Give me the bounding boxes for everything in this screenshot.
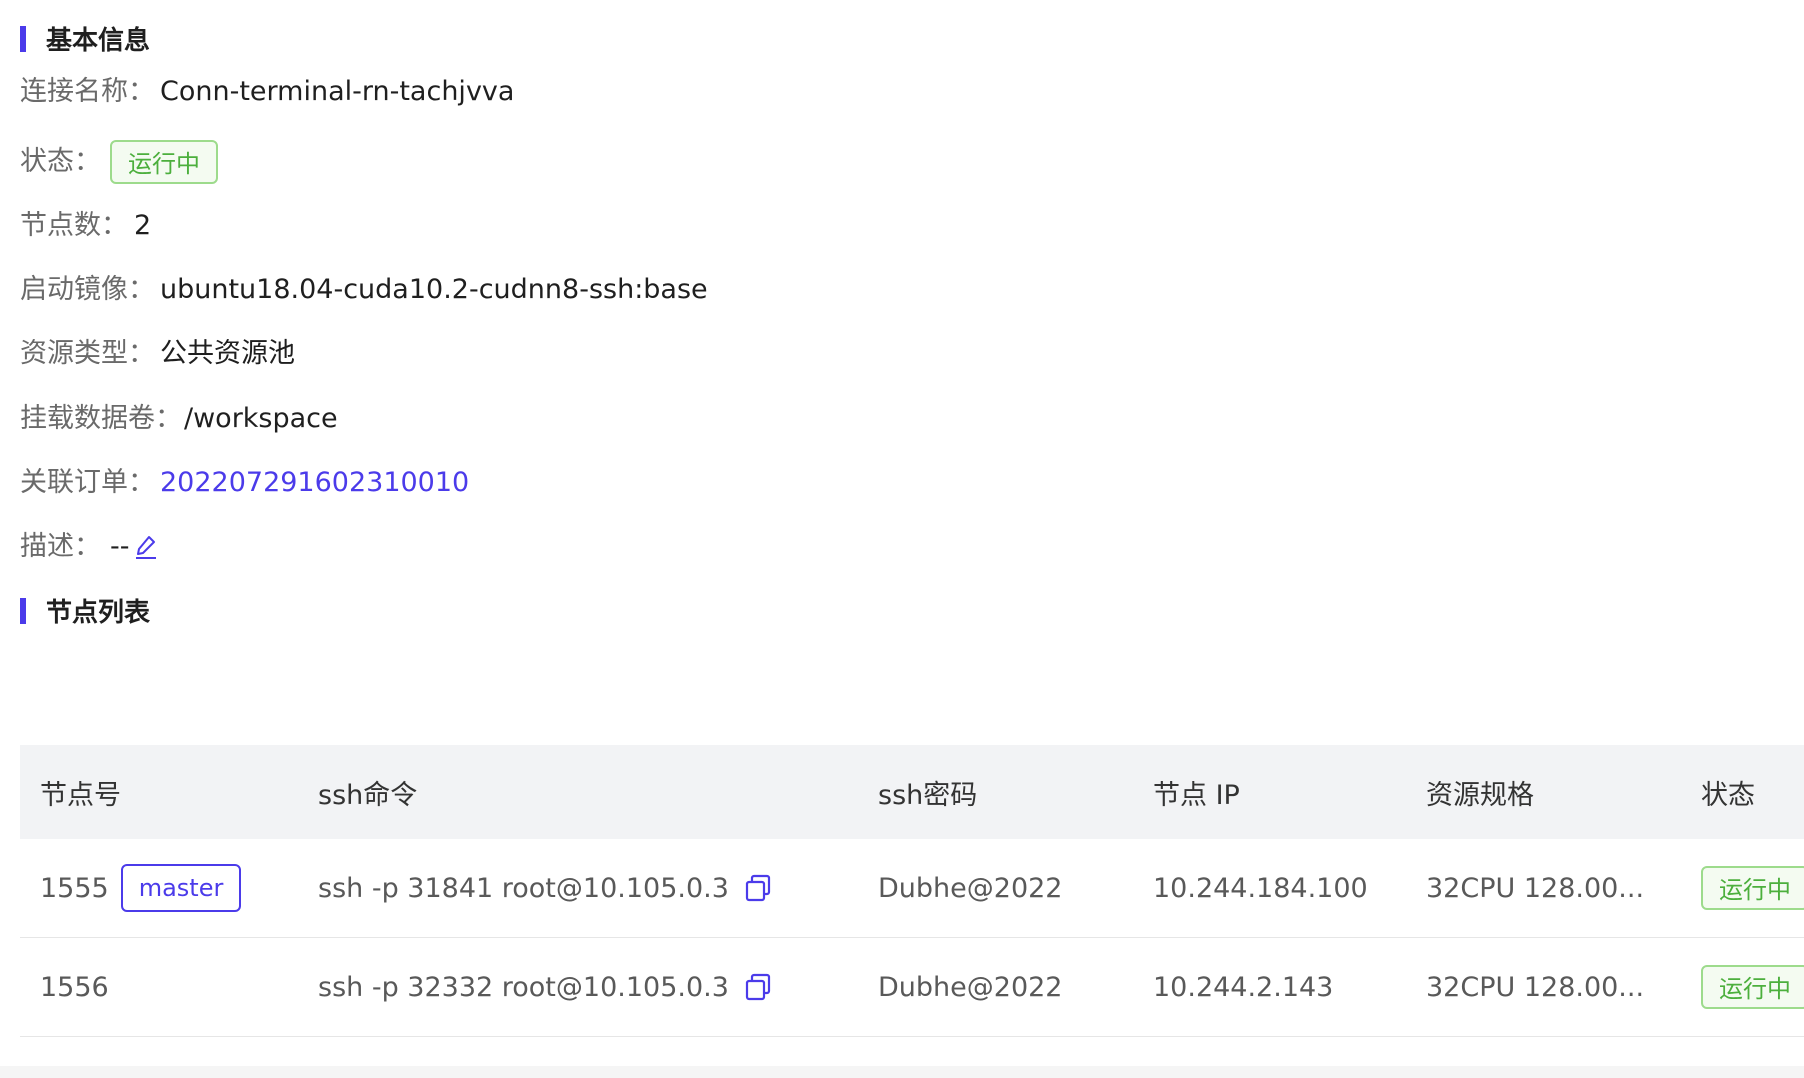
table-row: 1555 master ssh -p 31841 root@10.105.0.3…	[20, 839, 1804, 938]
column-header-status: 状态	[1701, 779, 1755, 811]
node-id-cell: 1555 master	[20, 864, 298, 912]
resource-spec-cell: 32CPU 128.00...	[1406, 972, 1681, 1003]
node-table: 节点号 ssh命令 ssh密码 节点 IP 资源规格 状态 1555 maste…	[20, 745, 1804, 1037]
node-ip: 10.244.184.100	[1153, 872, 1368, 904]
node-count-label: 节点数：	[20, 210, 128, 241]
resource-type-label: 资源类型：	[20, 338, 155, 369]
status-label: 状态：	[20, 146, 101, 177]
edit-pencil-icon[interactable]	[132, 533, 160, 561]
column-header-ssh-command: ssh命令	[318, 779, 418, 811]
node-id-cell: 1556	[20, 972, 298, 1003]
volume-row: 挂载数据卷： /workspace	[20, 399, 338, 439]
node-count-value: 2	[134, 210, 152, 241]
ssh-command: ssh -p 32332 root@10.105.0.3	[318, 971, 729, 1003]
status-cell: 运行中	[1681, 866, 1804, 910]
section-accent-bar	[20, 25, 26, 52]
volume-value: /workspace	[184, 403, 338, 434]
order-row: 关联订单： 202207291602310010	[20, 463, 469, 503]
conn-name-label: 连接名称：	[20, 76, 155, 107]
status-badge: 运行中	[1701, 965, 1804, 1009]
bottom-divider	[0, 1066, 1804, 1078]
status-row: 状态： 运行中	[20, 140, 218, 184]
basic-info-section-title: 基本信息	[20, 20, 150, 57]
resource-spec: 32CPU 128.00...	[1426, 971, 1645, 1003]
master-badge: master	[120, 864, 242, 912]
column-header-node-ip: 节点 IP	[1153, 779, 1240, 811]
node-id: 1555	[40, 872, 109, 904]
copy-icon[interactable]	[743, 972, 773, 1002]
ssh-password: Dubhe@2022	[878, 971, 1063, 1003]
column-header-node-id: 节点号	[40, 779, 121, 811]
ssh-password: Dubhe@2022	[878, 872, 1063, 904]
description-label: 描述：	[20, 531, 101, 562]
image-label: 启动镜像：	[20, 274, 155, 305]
conn-name-value: Conn-terminal-rn-tachjvva	[160, 76, 515, 107]
status-badge: 运行中	[1701, 866, 1804, 910]
node-ip: 10.244.2.143	[1153, 971, 1334, 1003]
column-header-ssh-password: ssh密码	[878, 779, 978, 811]
basic-info-title: 基本信息	[46, 26, 151, 56]
status-cell: 运行中	[1681, 965, 1804, 1009]
ssh-command-cell: ssh -p 32332 root@10.105.0.3	[298, 972, 858, 1003]
node-id: 1556	[40, 971, 109, 1003]
table-row: 1556 ssh -p 32332 root@10.105.0.3 Dubhe@…	[20, 938, 1804, 1037]
section-accent-bar	[20, 597, 26, 624]
resource-type-value: 公共资源池	[160, 338, 295, 369]
connection-detail-page: 基本信息 连接名称： Conn-terminal-rn-tachjvva 状态：…	[0, 0, 1804, 1078]
order-link[interactable]: 202207291602310010	[160, 463, 469, 503]
image-value: ubuntu18.04-cuda10.2-cudnn8-ssh:base	[160, 274, 708, 305]
column-header-resource-spec: 资源规格	[1426, 779, 1534, 811]
order-label: 关联订单：	[20, 467, 155, 498]
description-value: --	[110, 531, 130, 562]
conn-name-row: 连接名称： Conn-terminal-rn-tachjvva	[20, 72, 514, 112]
ssh-command: ssh -p 31841 root@10.105.0.3	[318, 872, 729, 904]
description-row: 描述： --	[20, 527, 160, 567]
status-badge: 运行中	[110, 140, 218, 184]
resource-spec-cell: 32CPU 128.00...	[1406, 873, 1681, 904]
resource-spec: 32CPU 128.00...	[1426, 872, 1645, 904]
table-header: 节点号 ssh命令 ssh密码 节点 IP 资源规格 状态	[20, 745, 1804, 839]
node-list-section-title: 节点列表	[20, 592, 150, 629]
resource-type-row: 资源类型： 公共资源池	[20, 334, 295, 374]
copy-icon[interactable]	[743, 873, 773, 903]
node-count-row: 节点数： 2	[20, 206, 151, 246]
ssh-command-cell: ssh -p 31841 root@10.105.0.3	[298, 873, 858, 904]
volume-label: 挂载数据卷：	[20, 403, 182, 434]
node-list-title: 节点列表	[46, 598, 151, 628]
image-row: 启动镜像： ubuntu18.04-cuda10.2-cudnn8-ssh:ba…	[20, 270, 708, 310]
